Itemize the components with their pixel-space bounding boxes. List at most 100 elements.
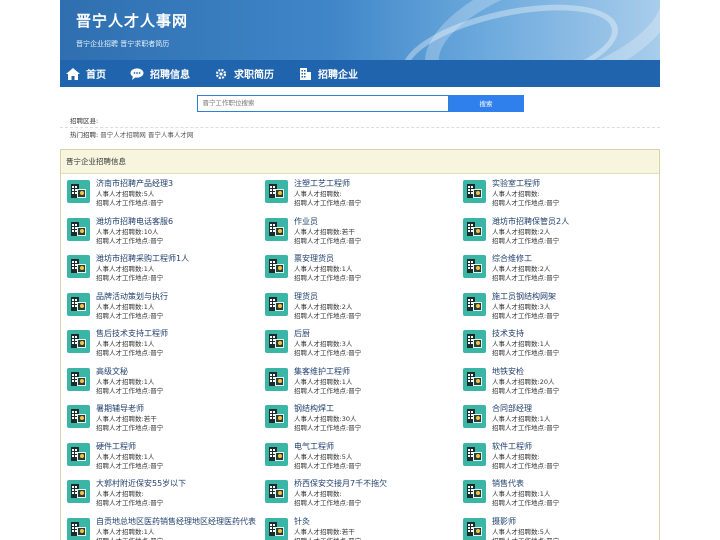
nav-item-resumes[interactable]: 求职简历 xyxy=(214,66,274,81)
job-card[interactable]: 实验室工程师 人事人才招聘数: 招聘人才工作地点:晋宁 xyxy=(463,178,661,216)
job-title-link[interactable]: 大郭村附近保安55岁以下 xyxy=(96,478,258,490)
job-title-link[interactable]: 销售代表 xyxy=(492,478,654,490)
job-location: 招聘人才工作地点:晋宁 xyxy=(294,349,362,357)
job-headcount: 人事人才招聘数:20人 xyxy=(492,377,555,386)
job-headcount: 人事人才招聘数:5人 xyxy=(492,527,551,536)
company-building-icon xyxy=(265,405,288,428)
job-card[interactable]: 暑期辅导老师 人事人才招聘数:若干 招聘人才工作地点:晋宁 xyxy=(67,403,265,441)
job-card[interactable]: 销售代表 人事人才招聘数:1人 招聘人才工作地点:晋宁 xyxy=(463,478,661,516)
job-card[interactable]: 理货员 人事人才招聘数:2人 招聘人才工作地点:晋宁 xyxy=(265,291,463,329)
job-card[interactable]: 软件工程师 人事人才招聘数: 招聘人才工作地点:晋宁 xyxy=(463,441,661,479)
job-title-link[interactable]: 针灸 xyxy=(294,516,456,528)
job-title-link[interactable]: 钢结构焊工 xyxy=(294,403,456,415)
header-banner: 晋宁人才人事网 晋宁企业招聘 晋宁求职者简历 xyxy=(60,0,660,60)
job-card[interactable]: 高级文秘 人事人才招聘数:1人 招聘人才工作地点:晋宁 xyxy=(67,366,265,404)
job-title-link[interactable]: 潍坊市招聘电话客服6 xyxy=(96,216,258,228)
job-headcount: 人事人才招聘数:1人 xyxy=(96,265,155,273)
job-card[interactable]: 票安理货员 人事人才招聘数:1人 招聘人才工作地点:晋宁 xyxy=(265,253,463,291)
job-card[interactable]: 集客维护工程师 人事人才招聘数:1人 招聘人才工作地点:晋宁 xyxy=(265,366,463,404)
job-info: 理货员 人事人才招聘数:2人 招聘人才工作地点:晋宁 xyxy=(294,291,456,329)
job-card[interactable]: 售后技术支持工程师 人事人才招聘数:1人 招聘人才工作地点:晋宁 xyxy=(67,328,265,366)
job-title-link[interactable]: 实验室工程师 xyxy=(492,178,654,190)
job-info: 品牌活动策划与执行 人事人才招聘数:1人 招聘人才工作地点:晋宁 xyxy=(96,291,258,329)
job-card[interactable]: 注塑工艺工程师 人事人才招聘数: 招聘人才工作地点:晋宁 xyxy=(265,178,463,216)
job-location: 招聘人才工作地点:晋宁 xyxy=(294,236,362,245)
job-card[interactable]: 品牌活动策划与执行 人事人才招聘数:1人 招聘人才工作地点:晋宁 xyxy=(67,291,265,329)
nav-item-home[interactable]: 首页 xyxy=(66,66,106,81)
job-card[interactable]: 大郭村附近保安55岁以下 人事人才招聘数: 招聘人才工作地点:晋宁 xyxy=(67,478,265,516)
job-card[interactable]: 自贡地总地区医药销售经理地区经理医药代表人事人才招聘数:1人招聘人才工作地点:晋… xyxy=(67,516,265,540)
job-card[interactable]: 综合维修工 人事人才招聘数:2人 招聘人才工作地点:晋宁 xyxy=(463,253,661,291)
job-card[interactable]: 施工员钢结构网架 人事人才招聘数:3人 招聘人才工作地点:晋宁 xyxy=(463,291,661,329)
job-card[interactable]: 济南市招聘产品经理3 人事人才招聘数:5人 招聘人才工作地点:晋宁 xyxy=(67,178,265,216)
job-title-link[interactable]: 后厨 xyxy=(294,328,456,340)
job-title-link[interactable]: 施工员钢结构网架 xyxy=(492,291,654,303)
job-title-link[interactable]: 注塑工艺工程师 xyxy=(294,178,456,190)
hot-link[interactable]: 晋宁人才招聘网 xyxy=(100,131,146,139)
site-subtitle: 晋宁企业招聘 晋宁求职者简历 xyxy=(76,40,170,48)
job-title-link[interactable]: 潍坊市招聘采购工程师1人 xyxy=(96,253,258,265)
job-location: 招聘人才工作地点:晋宁 xyxy=(294,424,362,432)
job-card[interactable]: 针灸人事人才招聘数:若干招聘人才工作地点:晋宁 xyxy=(265,516,463,540)
job-title-link[interactable]: 软件工程师 xyxy=(492,441,654,453)
job-card[interactable]: 后厨 人事人才招聘数:3人 招聘人才工作地点:晋宁 xyxy=(265,328,463,366)
job-info: 高级文秘 人事人才招聘数:1人 招聘人才工作地点:晋宁 xyxy=(96,366,258,404)
job-title-link[interactable]: 集客维护工程师 xyxy=(294,366,456,378)
company-building-icon xyxy=(265,442,288,466)
job-title-link[interactable]: 作业员 xyxy=(294,216,456,228)
job-title-link[interactable]: 潍坊市招聘保管员2人 xyxy=(492,216,654,228)
job-title-link[interactable]: 电气工程师 xyxy=(294,441,456,453)
job-card[interactable]: 摄影师人事人才招聘数:5人招聘人才工作地点:晋宁 xyxy=(463,516,661,540)
job-headcount: 人事人才招聘数:3人 xyxy=(492,302,551,311)
job-title-link[interactable]: 济南市招聘产品经理3 xyxy=(96,178,258,190)
job-title-link[interactable]: 品牌活动策划与执行 xyxy=(96,291,258,303)
hot-label: 热门招聘: xyxy=(70,131,99,139)
home-icon xyxy=(66,67,80,80)
job-location: 招聘人才工作地点:晋宁 xyxy=(96,311,164,320)
nav-item-jobs[interactable]: 招聘信息 xyxy=(130,66,190,81)
job-title-link[interactable]: 合同部经理 xyxy=(492,403,654,415)
job-card[interactable]: 钢结构焊工 人事人才招聘数:30人 招聘人才工作地点:晋宁 xyxy=(265,403,463,441)
job-title-link[interactable]: 自贡地总地区医药销售经理地区经理医药代表 xyxy=(96,516,258,528)
job-location: 招聘人才工作地点:晋宁 xyxy=(96,499,164,507)
job-card[interactable]: 技术支持 人事人才招聘数:1人 招聘人才工作地点:晋宁 xyxy=(463,328,661,366)
job-title-link[interactable]: 硬件工程师 xyxy=(96,441,258,453)
job-card[interactable]: 地铁安检 人事人才招聘数:20人 招聘人才工作地点:晋宁 xyxy=(463,366,661,404)
job-info: 摄影师人事人才招聘数:5人招聘人才工作地点:晋宁 xyxy=(492,516,654,540)
job-card[interactable]: 作业员 人事人才招聘数:若干 招聘人才工作地点:晋宁 xyxy=(265,216,463,254)
job-title-link[interactable]: 暑期辅导老师 xyxy=(96,403,258,415)
job-location: 招聘人才工作地点:晋宁 xyxy=(492,461,560,470)
nav-item-companies[interactable]: 招聘企业 xyxy=(298,66,358,81)
job-headcount: 人事人才招聘数:1人 xyxy=(492,340,551,348)
hot-link[interactable]: 晋宁人事人才网 xyxy=(148,131,194,139)
job-title-link[interactable]: 理货员 xyxy=(294,291,456,303)
job-card[interactable]: 潍坊市招聘电话客服6 人事人才招聘数:10人 招聘人才工作地点:晋宁 xyxy=(67,216,265,254)
job-card[interactable]: 电气工程师 人事人才招聘数:5人 招聘人才工作地点:晋宁 xyxy=(265,441,463,479)
company-building-icon xyxy=(265,517,288,540)
job-title-link[interactable]: 技术支持 xyxy=(492,328,654,340)
job-headcount: 人事人才招聘数:3人 xyxy=(294,340,353,348)
job-card[interactable]: 潍坊市招聘采购工程师1人 人事人才招聘数:1人 招聘人才工作地点:晋宁 xyxy=(67,253,265,291)
job-listing-section: 晋宁企业招聘信息 济南市招聘产品经理3 人事人才招聘数:5人 招聘人才工作地点:晋宁… xyxy=(60,149,660,540)
search-button[interactable]: 搜索 xyxy=(448,94,524,112)
job-title-link[interactable]: 摄影师 xyxy=(492,516,654,528)
job-headcount: 人事人才招聘数:1人 xyxy=(294,265,353,273)
job-headcount: 人事人才招聘数:1人 xyxy=(96,377,155,386)
job-title-link[interactable]: 票安理货员 xyxy=(294,253,456,265)
job-title-link[interactable]: 桥西保安交接月7千不拖欠 xyxy=(294,478,456,490)
job-card[interactable]: 桥西保安交接月7千不拖欠 人事人才招聘数: 招聘人才工作地点:晋宁 xyxy=(265,478,463,516)
job-card[interactable]: 潍坊市招聘保管员2人 人事人才招聘数:2人 招聘人才工作地点:晋宁 xyxy=(463,216,661,254)
search-input[interactable] xyxy=(196,94,449,112)
main-nav: 首页 招聘信息 求职简历 招聘企业 xyxy=(60,60,660,87)
job-info: 作业员 人事人才招聘数:若干 招聘人才工作地点:晋宁 xyxy=(294,216,456,254)
nav-label: 求职简历 xyxy=(234,70,274,81)
job-title-link[interactable]: 高级文秘 xyxy=(96,366,258,378)
job-title-link[interactable]: 地铁安检 xyxy=(492,366,654,378)
job-title-link[interactable]: 综合维修工 xyxy=(492,253,654,265)
job-info: 软件工程师 人事人才招聘数: 招聘人才工作地点:晋宁 xyxy=(492,441,654,479)
site-title[interactable]: 晋宁人才人事网 xyxy=(76,10,188,31)
job-title-link[interactable]: 售后技术支持工程师 xyxy=(96,328,258,340)
job-card[interactable]: 合同部经理 人事人才招聘数:1人 招聘人才工作地点:晋宁 xyxy=(463,403,661,441)
job-card[interactable]: 硬件工程师 人事人才招聘数:1人 招聘人才工作地点:晋宁 xyxy=(67,441,265,479)
job-location: 招聘人才工作地点:晋宁 xyxy=(294,274,362,282)
